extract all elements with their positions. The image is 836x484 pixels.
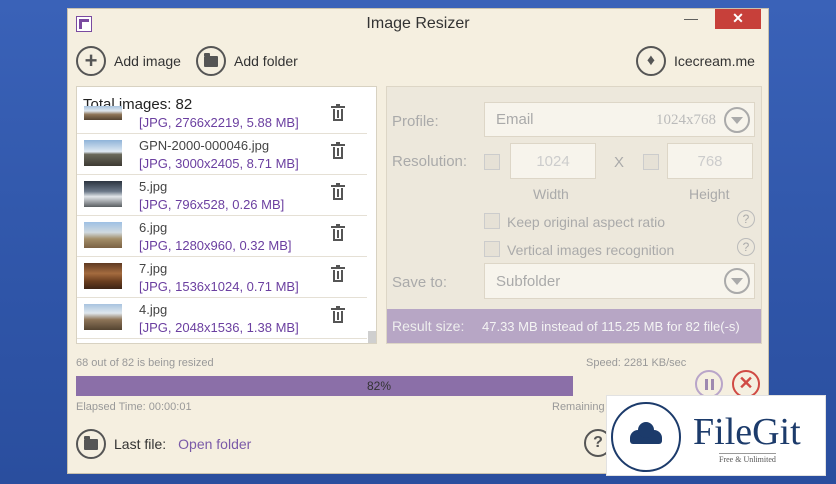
remaining-time: Remaining (552, 401, 605, 413)
save-to-value: Subfolder (496, 273, 561, 290)
item-name: GPN-2000-000046.jpg (139, 138, 270, 153)
item-meta: [JPG, 796x528, 0.26 MB] (139, 197, 285, 212)
vertical-recognition-checkbox[interactable] (484, 241, 500, 257)
keep-aspect-label: Keep original aspect ratio (507, 214, 665, 230)
image-thumbnail (84, 181, 122, 207)
trash-icon[interactable] (331, 183, 345, 200)
elapsed-time: Elapsed Time: 00:00:01 (76, 401, 192, 413)
item-meta: [JPG, 2766x2219, 5.88 MB] (139, 115, 299, 130)
trash-icon[interactable] (331, 224, 345, 241)
width-label: Width (533, 186, 569, 202)
result-size-label: Result size: (392, 318, 465, 334)
image-thumbnail (84, 263, 122, 289)
help-icon[interactable]: ? (737, 210, 755, 228)
item-meta: [JPG, 2048x1536, 1.38 MB] (139, 320, 299, 335)
trash-icon[interactable] (331, 142, 345, 159)
vertical-recognition-label: Vertical images recognition (507, 242, 675, 258)
folder-icon[interactable] (76, 429, 106, 459)
window-title: Image Resizer (366, 15, 470, 32)
result-size-value: 47.33 MB instead of 115.25 MB for 82 fil… (482, 319, 740, 334)
height-input[interactable]: 768 (667, 143, 753, 179)
watermark-name: FileGit (693, 411, 801, 453)
add-folder-label: Add folder (234, 53, 298, 69)
height-label: Height (689, 186, 730, 202)
icecream-link[interactable]: ♦ Icecream.me (636, 46, 755, 76)
list-item[interactable]: [JPG, 2766x2219, 5.88 MB] (77, 104, 367, 134)
width-input[interactable]: 1024 (510, 143, 596, 179)
item-name: 7.jpg (139, 261, 168, 276)
minimize-button[interactable]: — (676, 9, 706, 29)
trash-icon[interactable] (331, 265, 345, 282)
item-meta: [JPG, 1536x1024, 0.71 MB] (139, 279, 299, 294)
icecream-label: Icecream.me (674, 53, 755, 69)
resizing-status: 68 out of 82 is being resized (76, 357, 214, 369)
pause-button[interactable] (695, 370, 723, 398)
trash-icon[interactable] (331, 104, 345, 121)
height-checkbox[interactable] (643, 154, 659, 170)
stop-button[interactable]: ✕ (732, 370, 760, 398)
image-thumbnail (84, 140, 122, 166)
resolution-label: Resolution: (392, 153, 468, 170)
item-name: 6.jpg (139, 220, 168, 235)
open-folder-link[interactable]: Open folder (178, 436, 251, 452)
width-checkbox[interactable] (484, 154, 500, 170)
result-size-bar: Result size: 47.33 MB instead of 115.25 … (387, 309, 761, 343)
watermark-tagline: Free & Unlimited (719, 453, 776, 464)
profile-value: Email (496, 111, 534, 128)
progress-label: 82% (366, 379, 392, 393)
profile-dimensions: 1024x768 (656, 112, 716, 128)
image-list-panel: Total images: 82 [JPG, 2766x2219, 5.88 M… (76, 86, 377, 344)
scroll-thumb[interactable] (368, 331, 376, 343)
add-image-button[interactable]: + Add image (76, 46, 181, 76)
profile-label: Profile: (392, 113, 439, 130)
save-to-label: Save to: (392, 274, 448, 291)
speed-readout: Speed: 2281 KB/sec (586, 357, 687, 369)
list-item[interactable]: 5.jpg [JPG, 796x528, 0.26 MB] (77, 175, 367, 216)
filegit-logo-icon (611, 402, 681, 472)
image-thumbnail (84, 304, 122, 330)
plus-icon: + (76, 46, 106, 76)
profile-select[interactable]: Email 1024x768 (484, 102, 755, 137)
item-name: 5.jpg (139, 179, 168, 194)
list-item[interactable]: 4.jpg [JPG, 2048x1536, 1.38 MB] (77, 298, 367, 339)
folder-icon (196, 46, 226, 76)
keep-aspect-checkbox[interactable] (484, 213, 500, 229)
x-separator: X (614, 154, 625, 171)
settings-panel: Profile: Email 1024x768 Resolution: 1024… (386, 86, 762, 344)
item-name: 4.jpg (139, 302, 168, 317)
width-value: 1024 (536, 153, 570, 170)
help-icon[interactable]: ? (737, 238, 755, 256)
image-thumbnail (84, 222, 122, 248)
close-button[interactable]: ✕ (715, 9, 761, 29)
title-bar: Image Resizer — ✕ (68, 9, 768, 39)
add-image-label: Add image (114, 53, 181, 69)
filegit-watermark: FileGit Free & Unlimited (606, 395, 826, 476)
add-folder-button[interactable]: Add folder (196, 46, 298, 76)
image-list: [JPG, 2766x2219, 5.88 MB] GPN-2000-00004… (77, 104, 367, 339)
trash-icon[interactable] (331, 306, 345, 323)
height-value: 768 (697, 153, 723, 170)
progress-bar: 82% (76, 376, 682, 396)
last-file-row: Last file: Open folder (76, 429, 251, 459)
image-thumbnail (84, 106, 122, 120)
list-item[interactable]: 6.jpg [JPG, 1280x960, 0.32 MB] (77, 216, 367, 257)
chevron-down-icon (724, 268, 750, 294)
list-scrollbar[interactable] (367, 87, 376, 343)
save-to-select[interactable]: Subfolder (484, 263, 755, 299)
chevron-down-icon (724, 107, 750, 133)
item-meta: [JPG, 1280x960, 0.32 MB] (139, 238, 292, 253)
item-meta: [JPG, 3000x2405, 8.71 MB] (139, 156, 299, 171)
list-item[interactable]: 7.jpg [JPG, 1536x1024, 0.71 MB] (77, 257, 367, 298)
list-item[interactable]: GPN-2000-000046.jpg [JPG, 3000x2405, 8.7… (77, 134, 367, 175)
last-file-label: Last file: (114, 436, 167, 452)
icecream-logo-icon: ♦ (636, 46, 666, 76)
